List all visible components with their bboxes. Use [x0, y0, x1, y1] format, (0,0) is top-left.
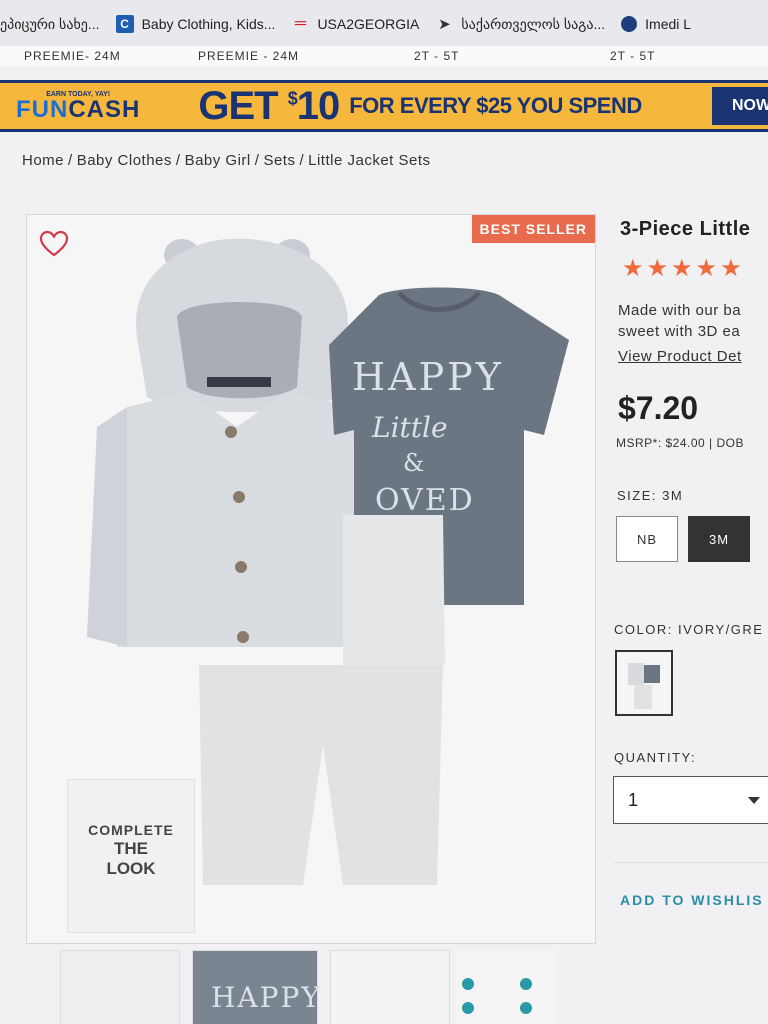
- product-price: $7.20: [618, 390, 699, 426]
- amount-text: 10: [296, 83, 340, 128]
- arrow-logo-icon: ➤: [438, 16, 451, 33]
- bookmark-5[interactable]: Imedi L: [621, 16, 691, 32]
- breadcrumb-separator: /: [68, 152, 73, 169]
- pants-image: [199, 515, 445, 885]
- quantity-label: QUANTITY:: [614, 750, 697, 765]
- thumbnail-3[interactable]: [330, 950, 450, 1024]
- imedi-icon: [621, 16, 638, 32]
- chevron-down-icon: [748, 797, 760, 804]
- product-image-panel[interactable]: BEST SELLER HAPPY Little & OVED COMPLETE…: [26, 214, 596, 944]
- promo-get-amount: GET $10: [198, 83, 340, 129]
- complete-the-look-card[interactable]: COMPLETE THE LOOK: [67, 779, 195, 933]
- bookmark-label: Baby Clothing, Kids...: [141, 16, 276, 32]
- size-option-3m[interactable]: 3M: [688, 516, 750, 562]
- heart-icon[interactable]: [39, 229, 69, 259]
- msrp-text: MSRP*: $24.00 | DOB: [616, 436, 744, 450]
- cash-text: CASH: [68, 95, 141, 123]
- look-text: LOOK: [106, 859, 156, 879]
- bookmarks-bar: ეპიცური სახე... C Baby Clothing, Kids...…: [0, 0, 768, 48]
- bookmark-label: საქართველოს საგა...: [461, 15, 606, 32]
- fun-text: FUN: [16, 95, 69, 123]
- add-to-wishlist-link[interactable]: ADD TO WISHLIS: [620, 892, 764, 908]
- breadcrumb-separator: /: [175, 152, 181, 169]
- breadcrumb-home[interactable]: Home: [22, 152, 64, 169]
- bookmark-1[interactable]: ეპიცური სახე...: [0, 16, 100, 33]
- thumbnail-1[interactable]: [60, 950, 180, 1024]
- size-range-2[interactable]: PREEMIE - 24M: [198, 49, 299, 63]
- bookmark-label: Imedi L: [645, 16, 692, 32]
- bookmark-label: USA2GEORGIA: [317, 16, 420, 32]
- promo-banner[interactable]: EARN TODAY, YAY! FUNCASH GET $10 FOR EVE…: [0, 80, 768, 132]
- bookmark-4[interactable]: ➤ საქართველოს საგა...: [435, 15, 606, 34]
- description-line-2: sweet with 3D ea: [618, 323, 741, 340]
- fun-cash-logo: EARN TODAY, YAY! FUNCASH: [16, 91, 140, 122]
- product-description: Made with our ba sweet with 3D ea: [618, 300, 741, 342]
- bookmark-3[interactable]: ═ USA2GEORGIA: [291, 15, 420, 33]
- complete-text: COMPLETE: [88, 822, 174, 838]
- breadcrumb-sets[interactable]: Sets: [263, 152, 295, 169]
- get-text: GET: [198, 83, 278, 128]
- divider: [614, 862, 768, 863]
- thumbnail-print: HAPPY: [211, 981, 322, 1014]
- bookmark-2[interactable]: C Baby Clothing, Kids...: [115, 15, 276, 33]
- size-option-nb[interactable]: NB: [616, 516, 678, 562]
- breadcrumb-baby-girl[interactable]: Baby Girl: [185, 152, 251, 169]
- promo-now-button[interactable]: NOW: [712, 87, 768, 125]
- tee-print-loved: OVED: [375, 483, 475, 518]
- color-label: COLOR: IVORY/GRE: [614, 622, 764, 637]
- swatch-outfit-icon: [628, 663, 660, 709]
- size-range-strip: PREEMIE- 24M PREEMIE - 24M 2T - 5T 2T - …: [0, 46, 768, 66]
- dot-icon: [462, 978, 474, 990]
- color-swatch-ivory-grey[interactable]: [615, 650, 673, 716]
- tee-print-amp: &: [403, 449, 425, 477]
- thumbnail-2[interactable]: HAPPY: [192, 950, 320, 1024]
- dot-icon: [520, 978, 532, 990]
- breadcrumb-little-jacket-sets[interactable]: Little Jacket Sets: [308, 152, 430, 169]
- thumbnail-strip: HAPPY: [60, 948, 580, 1024]
- promo-condition: FOR EVERY $25 YOU SPEND: [349, 93, 642, 118]
- bookmark-label: ეპიცური სახე...: [0, 15, 100, 32]
- product-title: 3-Piece Little: [620, 218, 751, 240]
- breadcrumb-separator: /: [254, 152, 260, 169]
- size-range-1[interactable]: PREEMIE- 24M: [24, 49, 121, 63]
- carters-c-icon: C: [115, 15, 134, 33]
- usa2georgia-icon: ═: [294, 15, 307, 32]
- thumbnail-4[interactable]: [456, 950, 556, 1024]
- breadcrumb-separator: /: [299, 152, 305, 169]
- quantity-value: 1: [628, 789, 639, 810]
- breadcrumb: Home / Baby Clothes / Baby Girl / Sets /…: [22, 152, 431, 169]
- size-range-4[interactable]: 2T - 5T: [610, 49, 655, 63]
- complete-the-look-text: COMPLETE THE LOOK: [68, 822, 194, 880]
- dot-icon: [520, 1002, 532, 1014]
- description-line-1: Made with our ba: [618, 302, 742, 319]
- breadcrumb-baby-clothes[interactable]: Baby Clothes: [77, 152, 172, 169]
- view-product-details-link[interactable]: View Product Det: [618, 348, 742, 365]
- tee-print-little: Little: [372, 411, 448, 444]
- quantity-select[interactable]: 1: [613, 776, 768, 824]
- dollar-sign: $: [287, 88, 298, 109]
- tee-print-happy: HAPPY: [352, 355, 504, 399]
- the-text: THE: [114, 838, 148, 858]
- size-range-3[interactable]: 2T - 5T: [414, 49, 459, 63]
- dot-icon: [462, 1002, 474, 1014]
- size-label: SIZE: 3M: [617, 488, 684, 503]
- best-seller-badge: BEST SELLER: [471, 215, 595, 243]
- rating-stars[interactable]: ★★★★★: [622, 254, 745, 283]
